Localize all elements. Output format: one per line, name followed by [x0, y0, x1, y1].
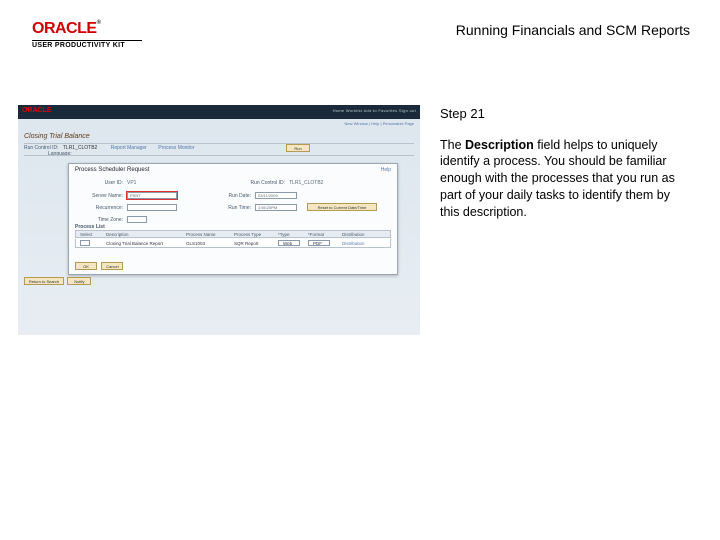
run-button: Run	[286, 144, 310, 152]
oracle-upk-logo: ORACLE® USER PRODUCTIVITY KIT	[32, 20, 142, 49]
modal-title: Process Scheduler Request	[69, 164, 397, 176]
step-number: Step 21	[440, 105, 690, 123]
page-title: Running Financials and SCM Reports	[456, 22, 690, 38]
reset-datetime-button: Reset to Current Date/Time	[307, 203, 377, 211]
process-list-header: Select Description Process Name Process …	[75, 230, 391, 238]
th-select: Select	[76, 232, 102, 237]
run-date-input: 03/11/2009	[255, 192, 297, 199]
report-manager-link: Report Manager	[99, 145, 147, 151]
step-description: The Description field helps to uniquely …	[440, 137, 690, 221]
return-to-search-button: Return to Search	[24, 277, 64, 285]
modal-help-link: Help	[381, 167, 391, 173]
embedded-screenshot: ORACLE Home Worklist Add to Favorites Si…	[18, 105, 420, 335]
th-type: *Type	[274, 232, 304, 237]
server-name-label: Server Name:	[75, 193, 127, 199]
recurrence-label: Recurrence:	[75, 205, 127, 211]
row-description: Closing Trial Balance Report	[102, 241, 182, 246]
row-process-type: SQR Report	[230, 241, 274, 246]
process-list-row: Closing Trial Balance Report GLS1003 SQR…	[75, 239, 391, 248]
oracle-wordmark: ORACLE®	[32, 20, 142, 38]
row-select-checkbox	[80, 240, 90, 246]
user-id-value: VP1	[127, 180, 136, 186]
th-process-type: Process Type	[230, 232, 274, 237]
th-format: *Format	[304, 232, 338, 237]
user-id-label: User ID:	[75, 180, 127, 186]
language-label: Language:	[48, 151, 72, 157]
server-name-input: PSNT	[127, 192, 177, 199]
ok-button: OK	[75, 262, 97, 270]
row-type-select: Web	[278, 240, 300, 246]
row-format-select: PDF	[308, 240, 330, 246]
recurrence-input	[127, 204, 177, 211]
time-zone-label: Time Zone:	[75, 217, 127, 223]
th-description: Description	[102, 232, 182, 237]
row-process-name: GLS1003	[182, 241, 230, 246]
process-monitor-link: Process Monitor	[148, 145, 194, 151]
run-cntl-label: Run Control ID:	[229, 180, 289, 186]
row-distribution-link: Distribution	[338, 241, 369, 246]
th-process-name: Process Name	[182, 232, 230, 237]
run-date-label: Run Date:	[209, 193, 255, 199]
cancel-button: Cancel	[101, 262, 123, 270]
time-zone-input	[127, 216, 147, 223]
oracle-mini-logo: ORACLE	[22, 107, 52, 114]
upk-subtext: USER PRODUCTIVITY KIT	[32, 42, 142, 49]
run-time-label: Run Time:	[209, 205, 255, 211]
page-heading: Closing Trial Balance	[24, 133, 90, 140]
process-scheduler-modal: Process Scheduler Request Help User ID: …	[68, 163, 398, 275]
th-distribution: Distribution	[338, 232, 369, 237]
app-topbar: ORACLE Home Worklist Add to Favorites Si…	[18, 105, 420, 119]
top-nav-links: Home Worklist Add to Favorites Sign out	[333, 108, 416, 113]
run-time-input: 1:55:25PM	[255, 204, 297, 211]
run-cntl-value: TLR1_CLOTB2	[289, 180, 323, 186]
window-links: New Window | Help | Personalize Page	[345, 121, 414, 126]
notify-button: Notify	[67, 277, 91, 285]
